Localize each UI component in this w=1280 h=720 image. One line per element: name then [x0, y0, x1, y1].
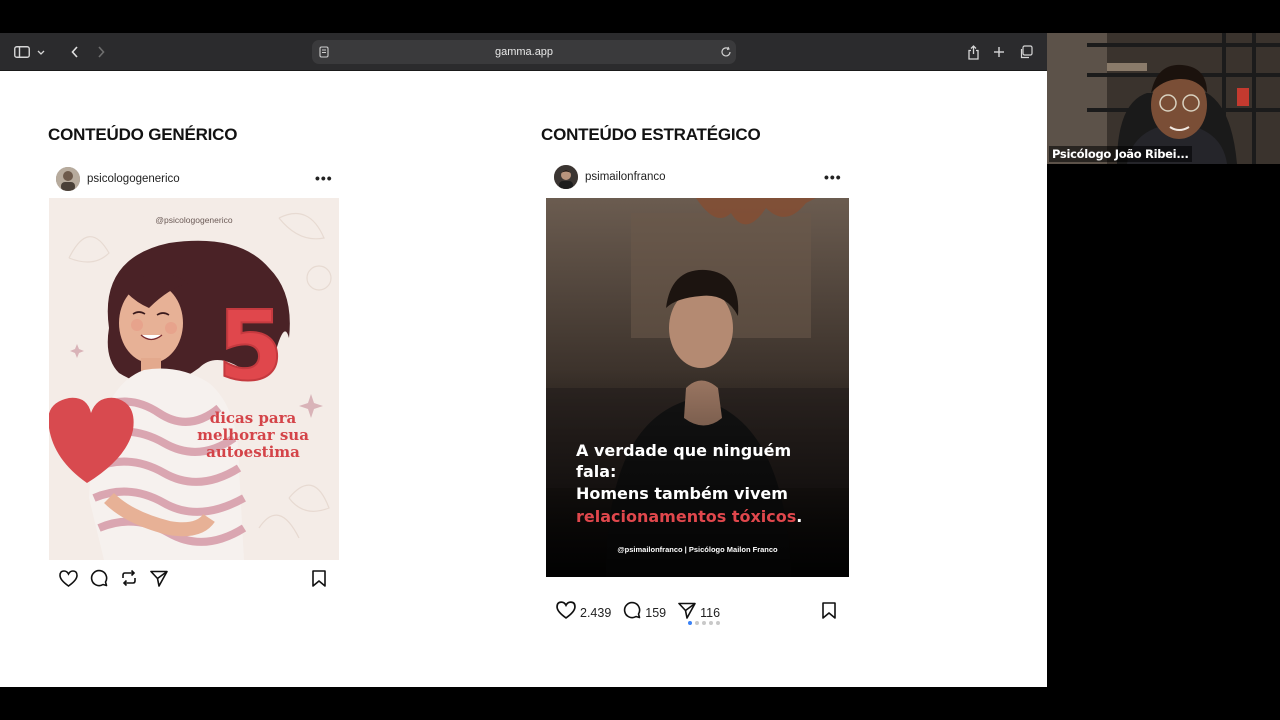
right-post-header: psimailonfranco: [554, 165, 666, 189]
comment-count: 159: [645, 605, 667, 620]
page-settings-icon[interactable]: [318, 45, 330, 63]
share-count: 116: [700, 605, 721, 620]
url-text: gamma.app: [494, 46, 554, 58]
left-more-options-icon[interactable]: •••: [315, 170, 333, 186]
left-post-image: @psicologogenerico 5 dicas para melhorar…: [49, 198, 339, 560]
comment-button[interactable]: 159: [623, 601, 666, 624]
browser-toolbar: gamma.app: [0, 33, 1047, 71]
reload-icon[interactable]: [720, 45, 732, 63]
sidebar-toggle-button[interactable]: [12, 41, 46, 63]
share-icon: [967, 44, 980, 60]
new-tab-button[interactable]: [990, 41, 1008, 63]
like-count: 2.439: [580, 605, 612, 620]
left-post-header: psicologogenerico: [56, 167, 180, 191]
comment-icon[interactable]: [90, 569, 108, 587]
left-headline: dicas para melhorar sua autoestima: [189, 410, 317, 461]
address-bar[interactable]: gamma.app: [312, 40, 736, 64]
send-icon[interactable]: [150, 570, 168, 587]
headline-line-1: dicas para: [209, 409, 297, 427]
plus-icon: [993, 46, 1005, 58]
caption-line-3: relacionamentos tóxicos.: [576, 505, 836, 528]
right-username[interactable]: psimailonfranco: [585, 171, 666, 183]
webcam-video: [1047, 33, 1280, 164]
big-number: 5: [216, 290, 285, 402]
caption-period: .: [796, 507, 803, 526]
right-more-options-icon[interactable]: •••: [824, 169, 842, 185]
left-image-handle: @psicologogenerico: [155, 215, 233, 225]
tabs-icon: [1019, 45, 1033, 59]
caption-line-2: Homens também vivem: [576, 484, 788, 503]
headline-line-3: autoestima: [206, 443, 300, 461]
forward-button[interactable]: [90, 41, 112, 63]
back-button[interactable]: [64, 41, 86, 63]
comment-icon: [623, 601, 641, 624]
webcam-overlay: Psicólogo João Ribei...: [1047, 33, 1280, 164]
presentation-slide: CONTEÚDO GENÉRICO psicologogenerico •••: [0, 71, 1047, 687]
right-post-image: A verdade que ninguém fala: Homens també…: [546, 198, 849, 577]
sidebar-icon: [13, 46, 30, 58]
right-bookmark-icon[interactable]: [822, 602, 836, 624]
caption-highlight: relacionamentos tóxicos: [576, 507, 797, 526]
screen: gamma.app CONTEÚDO GENÉRICO psicologogen…: [0, 0, 1280, 720]
left-username[interactable]: psicologogenerico: [87, 173, 180, 185]
image-credit: @psimailonfranco | Psicólogo Mailon Fran…: [617, 545, 778, 554]
caption-line-1: A verdade que ninguém fala:: [576, 441, 792, 481]
tab-overview-button[interactable]: [1016, 41, 1036, 63]
share-post-button[interactable]: 116: [678, 602, 720, 624]
right-caption: A verdade que ninguém fala: Homens també…: [576, 440, 836, 528]
browser-window: gamma.app CONTEÚDO GENÉRICO psicologogen…: [0, 33, 1047, 687]
woman-heart-illustration: [49, 198, 339, 560]
participant-name: Psicólogo João Ribei...: [1049, 146, 1192, 162]
like-button[interactable]: 2.439: [556, 601, 611, 624]
send-icon: [678, 602, 696, 624]
like-icon[interactable]: [59, 569, 78, 587]
avatar[interactable]: [56, 167, 80, 191]
chevron-right-icon: [97, 46, 105, 58]
like-icon: [556, 601, 576, 624]
left-column-title: CONTEÚDO GENÉRICO: [48, 125, 238, 144]
chevron-left-icon: [71, 46, 79, 58]
repost-icon[interactable]: [120, 569, 138, 587]
left-bookmark-icon[interactable]: [312, 570, 326, 592]
left-action-bar: [59, 569, 178, 587]
chevron-down-icon: [37, 50, 45, 55]
avatar[interactable]: [554, 165, 578, 189]
headline-line-2: melhorar sua: [197, 426, 309, 444]
share-button[interactable]: [964, 41, 982, 63]
right-action-bar: 2.439 159 116: [556, 601, 730, 624]
right-column-title: CONTEÚDO ESTRATÉGICO: [541, 125, 761, 144]
